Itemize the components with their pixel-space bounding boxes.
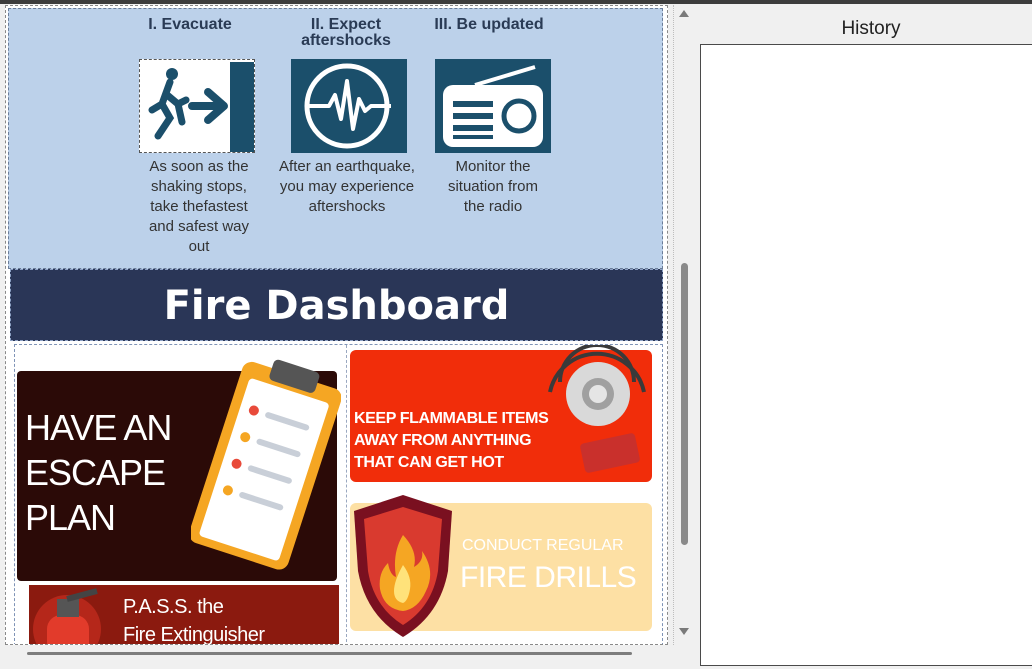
scroll-up-arrow-icon[interactable] bbox=[679, 10, 689, 17]
step-aftershocks-text: After an earthquake, you may experience … bbox=[267, 157, 427, 217]
text-line: As soon as the bbox=[149, 158, 249, 175]
exit-sign-icon bbox=[139, 59, 255, 153]
text-line: situation from bbox=[447, 178, 539, 195]
horizontal-scroll-thumb[interactable] bbox=[27, 652, 632, 655]
escape-plan-card: HAVE AN ESCAPE PLAN bbox=[17, 359, 341, 581]
text-line: AWAY FROM ANYTHING bbox=[354, 432, 532, 449]
clipboard-checklist-icon bbox=[191, 359, 341, 570]
pass-text: P.A.S.S. the Fire Extinguisher bbox=[123, 593, 265, 645]
radio-icon bbox=[435, 59, 551, 153]
dashboard-scroll-pane[interactable]: I. Evacuate II. Expect aftershocks III. … bbox=[5, 5, 668, 645]
text-line: the radio bbox=[463, 198, 523, 215]
text-line: HAVE AN bbox=[25, 407, 172, 448]
history-list[interactable] bbox=[700, 44, 1032, 666]
text-line: you may experience bbox=[279, 178, 415, 195]
text-line: PLAN bbox=[25, 497, 116, 538]
text-line: P.A.S.S. the bbox=[123, 596, 224, 618]
step-updated-text: Monitor the situation from the radio bbox=[413, 157, 573, 217]
vertical-scroll-thumb[interactable] bbox=[681, 263, 688, 545]
text-line: THAT CAN GET HOT bbox=[354, 454, 504, 471]
text-line: shaking stops, bbox=[151, 178, 247, 195]
scroll-down-arrow-icon[interactable] bbox=[679, 628, 689, 635]
step-title-line2: aftershocks bbox=[301, 32, 391, 49]
step-updated-title: III. Be updated bbox=[414, 17, 564, 33]
text-line: aftershocks bbox=[308, 198, 386, 215]
drills-title: FIRE DRILLS bbox=[460, 561, 637, 594]
escape-plan-text: HAVE AN ESCAPE PLAN bbox=[25, 405, 185, 540]
flammable-items-card: KEEP FLAMMABLE ITEMS AWAY FROM ANYTHING … bbox=[350, 345, 652, 482]
step-aftershocks-title: II. Expect aftershocks bbox=[271, 17, 421, 49]
fire-tips-panel: HAVE AN ESCAPE PLAN P.A.S.S. the Fire Ex… bbox=[14, 344, 663, 645]
step-title: III. Be updated bbox=[434, 16, 544, 33]
pass-extinguisher-card: P.A.S.S. the Fire Extinguisher bbox=[29, 585, 339, 645]
text-line: take thefastest bbox=[150, 198, 248, 215]
earthquake-tips-panel: I. Evacuate II. Expect aftershocks III. … bbox=[8, 8, 663, 269]
fire-shield-icon bbox=[354, 495, 452, 637]
step-evacuate-title: I. Evacuate bbox=[115, 17, 265, 33]
vertical-scrollbar[interactable] bbox=[673, 5, 695, 645]
fire-extinguisher-icon bbox=[33, 588, 101, 644]
text-line: ESCAPE bbox=[25, 452, 166, 493]
fire-alarm-bell-icon bbox=[548, 345, 646, 473]
text-line: out bbox=[188, 238, 210, 255]
horizontal-scrollbar[interactable] bbox=[5, 646, 673, 664]
text-line: and safest way bbox=[148, 218, 250, 235]
text-line: KEEP FLAMMABLE ITEMS bbox=[354, 410, 549, 427]
text-line: After an earthquake, bbox=[279, 158, 415, 175]
window-top-border bbox=[0, 0, 1032, 4]
fire-dashboard-title: Fire Dashboard bbox=[10, 269, 663, 341]
history-label: History bbox=[841, 18, 901, 39]
step-title: I. Evacuate bbox=[148, 16, 232, 33]
drills-subtitle: CONDUCT REGULAR bbox=[462, 537, 624, 554]
seismograph-icon bbox=[291, 59, 407, 153]
column-divider bbox=[346, 345, 347, 644]
step-evacuate-text: As soon as the shaking stops, take thefa… bbox=[119, 157, 279, 257]
text-line: Fire Extinguisher bbox=[123, 624, 265, 645]
text-line: Monitor the bbox=[455, 158, 531, 175]
fire-drills-card: CONDUCT REGULAR FIRE DRILLS bbox=[350, 495, 652, 637]
flammable-text: KEEP FLAMMABLE ITEMS AWAY FROM ANYTHING … bbox=[354, 408, 549, 474]
step-title-line1: II. Expect bbox=[310, 16, 382, 33]
